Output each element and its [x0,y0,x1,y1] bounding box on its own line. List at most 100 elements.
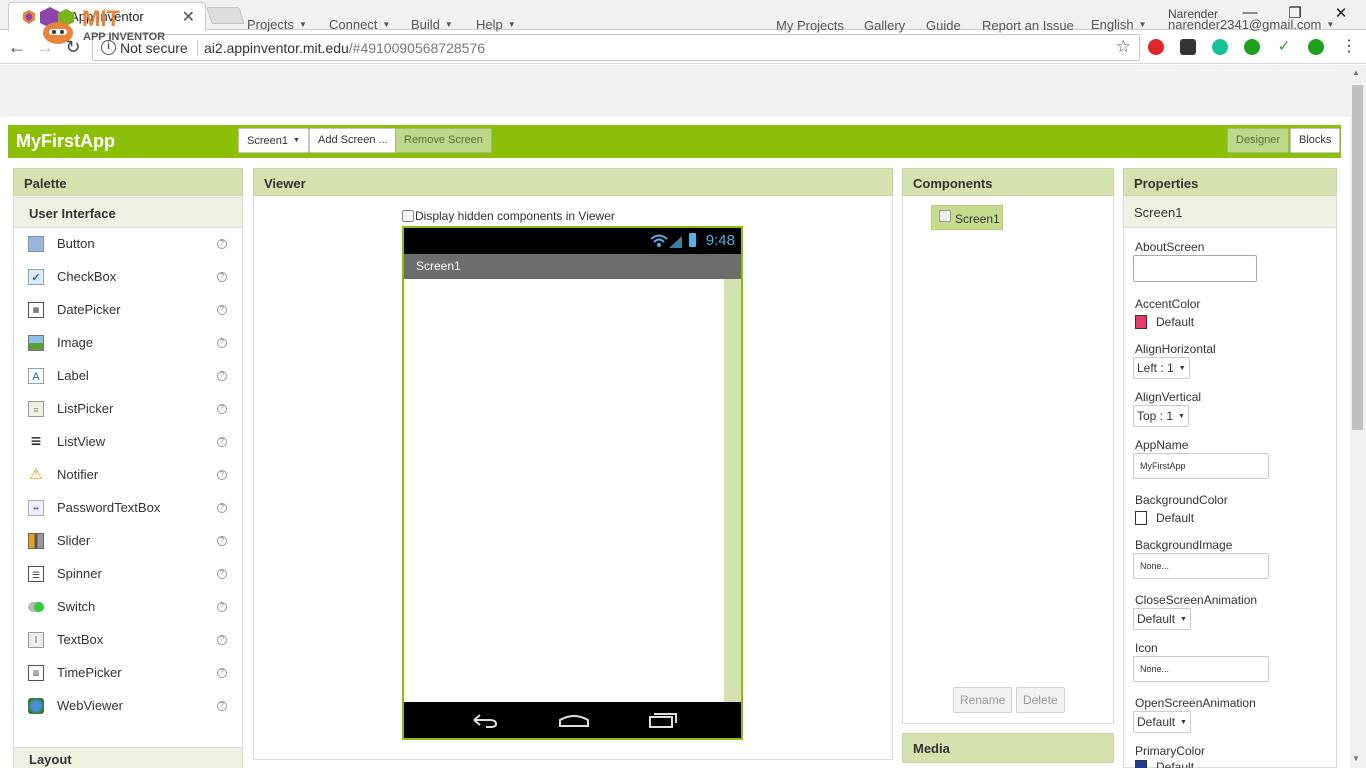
delete-button[interactable]: Delete [1016,687,1065,713]
scroll-up-icon[interactable]: ▲ [1352,68,1360,77]
new-tab-button[interactable] [206,7,245,24]
palette-item-textbox[interactable]: I TextBox? [14,624,242,657]
palette-item-notifier[interactable]: ⚠ Notifier? [14,459,242,492]
help-icon[interactable]: ? [217,305,227,315]
prop-accent-color-label: AccentColor [1135,297,1201,311]
primary-color-swatch[interactable] [1135,760,1147,768]
phone-preview[interactable]: 9:48 Screen1 [402,226,743,740]
link-gallery[interactable]: Gallery [864,18,905,33]
help-icon[interactable]: ? [217,569,227,579]
prop-background-image-input[interactable]: None... [1133,553,1269,579]
palette-item-datepicker[interactable]: ▦ DatePicker? [14,294,242,327]
help-icon[interactable]: ? [217,239,227,249]
help-icon[interactable]: ? [217,272,227,282]
component-tree-screen1[interactable]: Screen1 [931,205,1003,230]
help-icon[interactable]: ? [217,701,227,711]
accent-color-swatch[interactable] [1135,315,1147,329]
help-icon[interactable]: ? [217,503,227,513]
check-icon[interactable] [1244,39,1260,55]
screen-select-dropdown[interactable]: Screen1 ▼ [238,128,309,153]
help-icon[interactable]: ? [217,437,227,447]
palette-item-label: Button [57,236,95,251]
help-icon[interactable]: ? [217,536,227,546]
mit-app-inventor-logo[interactable]: MIT APP INVENTOR [36,5,186,47]
page-scrollbar-thumb[interactable] [1352,85,1363,430]
back-icon[interactable]: ← [6,36,28,58]
palette-item-passwordtextbox[interactable]: •• PasswordTextBox? [14,492,242,525]
menu-build[interactable]: Build ▼ [411,17,453,32]
prop-background-color-value[interactable]: Default [1156,511,1194,525]
palette-item-switch[interactable]: Switch? [14,591,242,624]
bookmark-star-icon[interactable]: ☆ [1116,37,1131,57]
logo-mit-text: MIT [82,6,120,31]
add-screen-button[interactable]: Add Screen ... [309,128,397,153]
palette-item-label[interactable]: A Label? [14,360,242,393]
prop-open-screen-animation-select[interactable]: Default ▼ [1133,711,1191,733]
background-color-swatch[interactable] [1135,511,1147,525]
menu-help-label: Help [476,17,503,32]
prop-about-screen-textarea[interactable] [1133,255,1257,282]
palette-category-user-interface[interactable]: User Interface [13,197,243,228]
palette-item-webviewer[interactable]: WebViewer? [14,690,242,723]
help-icon[interactable]: ? [217,635,227,645]
palette-item-timepicker[interactable]: ▥ TimePicker? [14,657,242,690]
rename-button[interactable]: Rename [953,687,1013,713]
prop-primary-color-value[interactable]: Default [1156,760,1194,768]
help-icon[interactable]: ? [217,371,227,381]
address-bar[interactable]: i Not secure ai2.appinventor.mit.edu/#49… [92,34,1140,61]
menu-projects-label: Projects [247,17,294,32]
url-text[interactable]: ai2.appinventor.mit.edu/#491009056872857… [204,40,485,56]
prop-background-color-label: BackgroundColor [1135,493,1228,507]
grammarly-icon[interactable] [1212,39,1228,55]
leaf-icon[interactable] [1308,39,1324,55]
palette-item-slider[interactable]: Slider? [14,525,242,558]
help-icon[interactable]: ? [217,602,227,612]
notifier-icon: ⚠ [29,466,43,483]
palette-item-spinner[interactable]: ☰ Spinner? [14,558,242,591]
menu-help[interactable]: Help ▼ [476,17,516,32]
menu-connect[interactable]: Connect ▼ [329,17,390,32]
hidden-components-checkbox[interactable] [402,210,414,222]
help-icon[interactable]: ? [217,338,227,348]
link-guide[interactable]: Guide [926,18,961,33]
help-icon[interactable]: ? [217,668,227,678]
language-menu[interactable]: English ▼ [1091,17,1147,32]
prop-close-screen-animation-select[interactable]: Default ▼ [1133,608,1191,630]
palette-item-button[interactable]: Button? [14,228,242,261]
chevron-down-icon: ▼ [292,137,300,144]
wifi-signal-icon [650,234,682,248]
prop-align-vertical-select[interactable]: Top : 1 ▼ [1133,405,1189,427]
link-my-projects[interactable]: My Projects [776,18,844,33]
prop-align-vertical-label: AlignVertical [1135,390,1202,404]
link-report-issue[interactable]: Report an Issue [982,18,1074,33]
palette-category-layout[interactable]: Layout [13,747,243,768]
checkmark-icon[interactable]: ✓ [1276,39,1292,55]
scroll-down-icon[interactable]: ▼ [1352,754,1360,763]
palette-item-image[interactable]: Image? [14,327,242,360]
blocks-button[interactable]: Blocks [1290,128,1341,153]
palette-item-checkbox[interactable]: ✓ CheckBox? [14,261,242,294]
adblock-icon[interactable] [1148,39,1164,55]
palette-item-label: ListPicker [57,401,114,416]
prop-app-name-input[interactable]: MyFirstApp [1133,453,1269,479]
designer-button[interactable]: Designer [1227,128,1290,153]
help-icon[interactable]: ? [217,404,227,414]
prop-accent-color-value[interactable]: Default [1156,315,1194,329]
palette-item-listview[interactable]: ≡ ListView? [14,426,242,459]
prop-icon-input[interactable]: None... [1133,656,1269,682]
palette-item-listpicker[interactable]: ≡ ListPicker? [14,393,242,426]
switch-icon [28,602,44,612]
components-panel: Components [902,168,1114,724]
menu-projects[interactable]: Projects ▼ [247,17,307,32]
chevron-down-icon: ▼ [298,20,307,29]
account-menu[interactable]: narender2341@gmail.com ▼ [1168,17,1334,32]
prop-align-horizontal-select[interactable]: Left : 1 ▼ [1133,357,1190,379]
display-hidden-toggle[interactable]: Display hidden components in Viewer [402,209,615,223]
browser-menu-icon[interactable]: ⋮ [1338,36,1360,58]
extension-icon[interactable] [1180,39,1196,55]
help-icon[interactable]: ? [217,470,227,480]
chevron-down-icon: ▼ [444,20,453,29]
prop-close-screen-animation-value: Default [1137,612,1176,626]
properties-header: Properties [1123,168,1337,196]
remove-screen-button[interactable]: Remove Screen [395,128,492,153]
